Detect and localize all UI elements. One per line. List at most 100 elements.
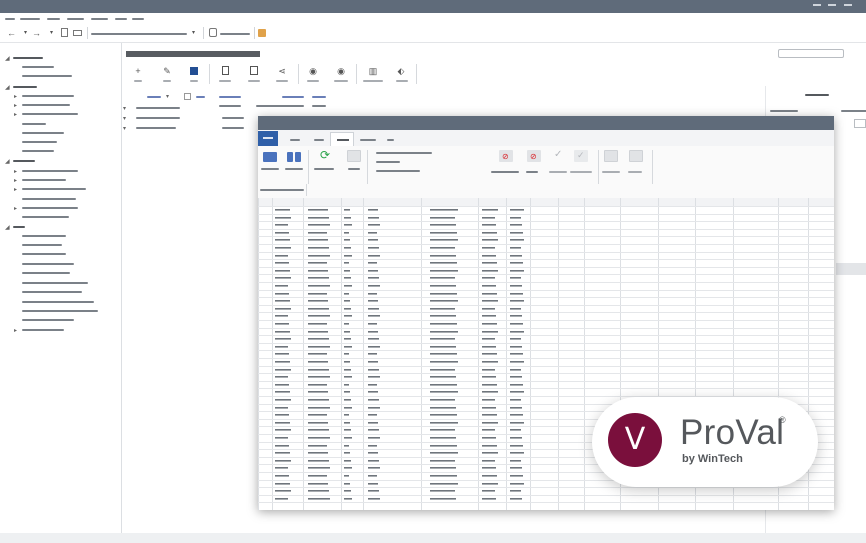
minimize-button[interactable]: [813, 4, 821, 6]
refresh-icon[interactable]: ⟳: [320, 149, 330, 161]
copy-icon[interactable]: [250, 66, 258, 75]
tree-item[interactable]: [22, 272, 70, 274]
menu-item[interactable]: [91, 18, 108, 20]
clipboard-icon[interactable]: [209, 28, 217, 37]
add-icon[interactable]: +: [131, 66, 145, 76]
tree-item[interactable]: [22, 141, 57, 143]
expand-icon[interactable]: ▸: [14, 206, 17, 212]
grid-cell[interactable]: [222, 127, 244, 129]
menu-item[interactable]: [5, 18, 15, 20]
tab-label[interactable]: [387, 139, 394, 141]
run-icon[interactable]: [190, 67, 198, 75]
close-button[interactable]: [844, 4, 852, 6]
column-header[interactable]: [256, 105, 304, 107]
column-header[interactable]: [219, 105, 241, 107]
tree-node-root[interactable]: [13, 160, 35, 162]
tree-item[interactable]: [22, 319, 74, 321]
approve-icon[interactable]: ✓: [574, 150, 588, 162]
grid-cell[interactable]: [136, 127, 176, 129]
tree-item[interactable]: [22, 253, 66, 255]
column-header[interactable]: [282, 96, 304, 98]
forward-arrow-icon[interactable]: →: [32, 28, 41, 38]
tree-item[interactable]: [22, 198, 76, 200]
chevron-down-icon[interactable]: ▾: [192, 28, 195, 38]
column-header[interactable]: [147, 96, 161, 98]
deny-icon[interactable]: ⊘: [499, 150, 513, 162]
tree-item[interactable]: [22, 132, 64, 134]
notes-icon[interactable]: [258, 29, 266, 37]
tag-icon[interactable]: ⬖: [394, 66, 408, 76]
menu-item[interactable]: [115, 18, 127, 20]
panel-button[interactable]: [836, 263, 866, 275]
share-icon[interactable]: ⋖: [275, 66, 289, 76]
expand-icon[interactable]: ▸: [14, 169, 17, 175]
menu-item[interactable]: [20, 18, 40, 20]
hide-icon[interactable]: ◉: [306, 66, 320, 76]
tree-item[interactable]: [22, 291, 82, 293]
tree-item[interactable]: [22, 179, 66, 181]
collapse-icon[interactable]: ◢: [5, 85, 10, 91]
column-header[interactable]: [219, 96, 241, 98]
tree-item[interactable]: [22, 75, 72, 77]
menu-item[interactable]: [67, 18, 84, 20]
tree-item[interactable]: [22, 244, 62, 246]
expand-icon[interactable]: ▸: [14, 187, 17, 193]
tree-item[interactable]: [22, 95, 74, 97]
delete-row-icon[interactable]: [629, 150, 643, 162]
tab-file[interactable]: [258, 131, 278, 146]
maximize-button[interactable]: [828, 4, 836, 6]
tree-node-root[interactable]: [13, 226, 25, 228]
deny-icon[interactable]: ⊘: [527, 150, 541, 162]
layout-icon[interactable]: [263, 152, 277, 162]
grid-cell[interactable]: [136, 117, 180, 119]
blank-icon[interactable]: [347, 150, 361, 162]
collapse-icon[interactable]: ◢: [5, 225, 10, 231]
tree-item[interactable]: [22, 113, 78, 115]
edit-icon[interactable]: ✎: [160, 66, 174, 76]
chevron-down-icon[interactable]: ▾: [50, 28, 53, 38]
menu-item[interactable]: [47, 18, 60, 20]
sort-icon[interactable]: ▾: [166, 94, 169, 100]
grid-cell[interactable]: [136, 107, 180, 109]
tab-active[interactable]: [330, 132, 354, 146]
tree-item[interactable]: [22, 329, 64, 331]
tree-item[interactable]: [22, 170, 78, 172]
tree-item[interactable]: [22, 282, 88, 284]
tree-item[interactable]: [22, 104, 70, 106]
grid-cell[interactable]: [222, 117, 244, 119]
search-input[interactable]: [778, 49, 844, 58]
insert-row-icon[interactable]: [604, 150, 618, 162]
column-header[interactable]: [312, 105, 326, 107]
tree-node-root[interactable]: [13, 57, 43, 59]
tree-item[interactable]: [22, 207, 78, 209]
tree-item[interactable]: [22, 66, 54, 68]
tree-item[interactable]: [22, 263, 74, 265]
new-file-icon[interactable]: [61, 28, 68, 37]
collapse-icon[interactable]: ◢: [5, 159, 10, 165]
tab-label[interactable]: [314, 139, 324, 141]
column-header[interactable]: [196, 96, 205, 98]
open-folder-icon[interactable]: [73, 30, 82, 36]
menu-item[interactable]: [132, 18, 144, 20]
tree-node-root[interactable]: [13, 86, 37, 88]
collapse-icon[interactable]: ◢: [5, 56, 10, 62]
back-arrow-icon[interactable]: ←: [7, 28, 16, 38]
columns-icon[interactable]: [287, 152, 293, 162]
tree-item[interactable]: [22, 216, 69, 218]
chevron-down-icon[interactable]: ▾: [24, 28, 27, 38]
expand-icon[interactable]: ▸: [14, 94, 17, 100]
tree-item[interactable]: [22, 301, 94, 303]
tab-label[interactable]: [290, 139, 300, 141]
expand-icon[interactable]: ▸: [14, 112, 17, 118]
filter-icon[interactable]: [184, 93, 191, 100]
book-icon[interactable]: ▥: [366, 66, 380, 76]
report-icon[interactable]: [222, 66, 229, 75]
tree-item[interactable]: [22, 310, 98, 312]
tab-label[interactable]: [360, 139, 376, 141]
column-header[interactable]: [312, 96, 326, 98]
location-dropdown[interactable]: [91, 33, 187, 35]
expand-icon[interactable]: ▸: [14, 178, 17, 184]
tree-item[interactable]: [22, 188, 86, 190]
tree-item[interactable]: [22, 123, 46, 125]
tree-item[interactable]: [22, 150, 54, 152]
